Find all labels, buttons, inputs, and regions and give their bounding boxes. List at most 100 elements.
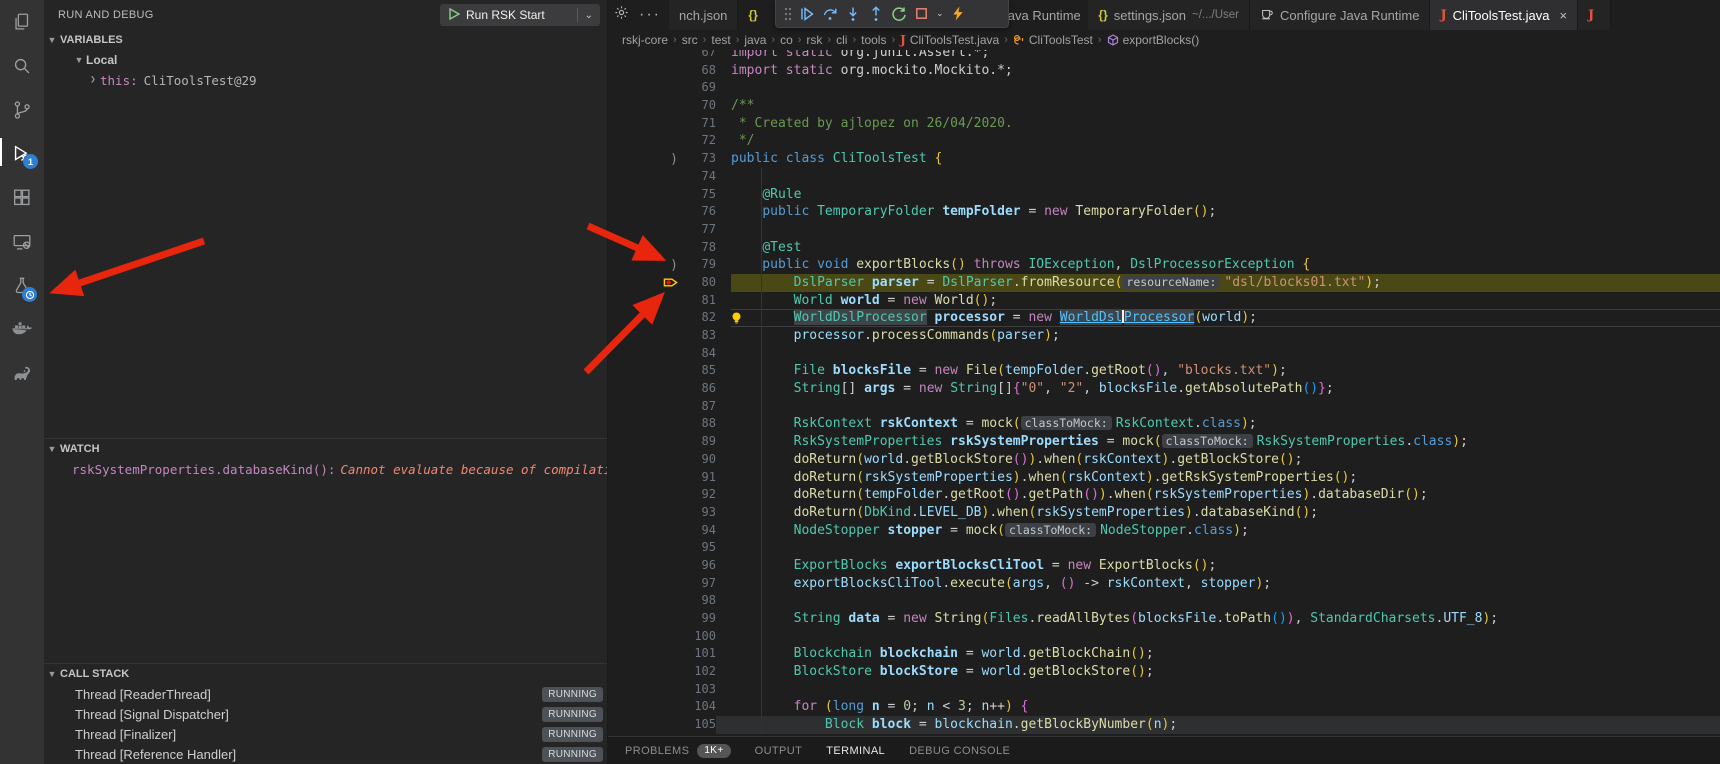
code-line[interactable]: 86 String[] args = new String[]{"0", "2"… — [608, 380, 1720, 398]
code-text[interactable]: File blocksFile = new File(tempFolder.ge… — [731, 362, 1720, 380]
gutter-decoration-slot[interactable] — [652, 610, 680, 628]
gutter-decoration-slot[interactable] — [652, 221, 680, 239]
line-number[interactable]: 93 — [680, 504, 716, 522]
gutter-decoration-slot[interactable] — [652, 380, 680, 398]
code-line[interactable]: 68import static org.mockito.Mockito.*; — [608, 62, 1720, 80]
tab-configure-java-runtime[interactable]: Configure Java Runtime — [1250, 0, 1430, 30]
gutter-decoration-slot[interactable] — [652, 203, 680, 221]
line-number[interactable]: 99 — [680, 610, 716, 628]
code-text[interactable]: World world = new World(); — [731, 292, 1720, 310]
tab-launch-json[interactable]: nch.json — [669, 0, 738, 30]
code-text[interactable]: BlockStore blockStore = world.getBlockSt… — [731, 663, 1720, 681]
code-text[interactable]: doReturn(DbKind.LEVEL_DB).when(rskSystem… — [731, 504, 1720, 522]
panel-tab-debug-console[interactable]: DEBUG CONSOLE — [909, 745, 1010, 757]
code-editor[interactable]: 67import static org.junit.Assert.*;68imp… — [608, 44, 1720, 737]
line-number[interactable]: 98 — [680, 592, 716, 610]
breadcrumb-item[interactable]: rskj-core — [622, 33, 668, 47]
code-line[interactable]: 104 for (long n = 0; n < 3; n++) { — [608, 698, 1720, 716]
files-icon[interactable] — [0, 0, 44, 44]
gutter-decoration-slot[interactable] — [652, 97, 680, 115]
stop-options-chevron-icon[interactable]: ⌄ — [936, 8, 944, 19]
code-line[interactable]: 83 processor.processCommands(parser); — [608, 327, 1720, 345]
code-text[interactable]: doReturn(world.getBlockStore()).when(rsk… — [731, 451, 1720, 469]
more-actions-icon[interactable]: ··· — [639, 6, 661, 24]
line-number[interactable]: 102 — [680, 663, 716, 681]
code-line[interactable]: 94 NodeStopper stopper = mock(classToMoc… — [608, 522, 1720, 540]
line-number[interactable]: 101 — [680, 645, 716, 663]
line-number[interactable]: 71 — [680, 115, 716, 133]
code-text[interactable] — [731, 79, 1720, 97]
line-number[interactable]: 87 — [680, 398, 716, 416]
gutter-decoration-slot[interactable] — [652, 239, 680, 257]
code-line[interactable]: 92 doReturn(tempFolder.getRoot().getPath… — [608, 486, 1720, 504]
remote-explorer-icon[interactable] — [0, 220, 44, 264]
lightbulb-icon[interactable] — [730, 311, 743, 331]
line-number[interactable]: 97 — [680, 575, 716, 593]
code-text[interactable]: public void exportBlocks() throws IOExce… — [731, 256, 1720, 274]
code-text[interactable]: NodeStopper stopper = mock(classToMock:N… — [731, 522, 1720, 540]
gutter-decoration-slot[interactable] — [652, 115, 680, 133]
code-text[interactable]: exportBlocksCliTool.execute(args, () -> … — [731, 575, 1720, 593]
gutter-decoration-slot[interactable] — [652, 292, 680, 310]
variables-section-header[interactable]: ▼ VARIABLES — [44, 30, 607, 50]
breadcrumb-method[interactable]: exportBlocks() — [1123, 33, 1200, 47]
code-line[interactable]: 91 doReturn(rskSystemProperties).when(rs… — [608, 469, 1720, 487]
tab-clitoolstest-java[interactable]: J CliToolsTest.java × — [1430, 0, 1578, 30]
hot-code-replace-icon[interactable] — [951, 6, 965, 21]
code-line[interactable]: 72 */ — [608, 132, 1720, 150]
breadcrumb-item[interactable]: java — [744, 33, 766, 47]
line-number[interactable]: 103 — [680, 681, 716, 699]
code-text[interactable]: RskSystemProperties rskSystemProperties … — [731, 433, 1720, 451]
panel-tab-output[interactable]: OUTPUT — [755, 745, 803, 757]
tab-partial-java[interactable]: J — [1578, 0, 1611, 30]
gutter-decoration-slot[interactable] — [652, 681, 680, 699]
code-line[interactable]: 74 — [608, 168, 1720, 186]
code-text[interactable] — [731, 681, 1720, 699]
breadcrumb-item[interactable]: cli — [836, 33, 847, 47]
gutter-decoration-slot[interactable] — [652, 663, 680, 681]
code-text[interactable]: /** — [731, 97, 1720, 115]
step-out-icon[interactable] — [868, 6, 884, 22]
code-line[interactable]: 90 doReturn(world.getBlockStore()).when(… — [608, 451, 1720, 469]
scope-local[interactable]: ▼ Local — [44, 50, 607, 70]
gutter-decoration-slot[interactable] — [652, 451, 680, 469]
tab-settings-json[interactable]: {} settings.json ~/.../User — [1088, 0, 1250, 30]
source-control-icon[interactable] — [0, 88, 44, 132]
code-text[interactable]: WorldDslProcessor processor = new WorldD… — [731, 309, 1720, 327]
line-number[interactable]: 69 — [680, 79, 716, 97]
code-line[interactable]: 78 @Test — [608, 239, 1720, 257]
line-number[interactable]: 90 — [680, 451, 716, 469]
code-line[interactable]: 87 — [608, 398, 1720, 416]
panel-tab-problems[interactable]: PROBLEMS1K+ — [625, 744, 731, 758]
line-number[interactable]: 92 — [680, 486, 716, 504]
breadcrumb-item[interactable]: rsk — [806, 33, 822, 47]
line-number[interactable]: 86 — [680, 380, 716, 398]
launch-config-dropdown[interactable]: Run RSK Start ⌄ — [440, 4, 600, 26]
code-text[interactable]: Blockchain blockchain = world.getBlockCh… — [731, 645, 1720, 663]
code-text[interactable]: * Created by ajlopez on 26/04/2020. — [731, 115, 1720, 133]
gutter-decoration-slot[interactable] — [652, 486, 680, 504]
code-line[interactable]: 75 @Rule — [608, 186, 1720, 204]
code-line[interactable]: 85 File blocksFile = new File(tempFolder… — [608, 362, 1720, 380]
extensions-icon[interactable] — [0, 176, 44, 220]
gutter-decoration-slot[interactable] — [652, 539, 680, 557]
code-line[interactable]: )73public class CliToolsTest { — [608, 150, 1720, 168]
gutter-decoration-slot[interactable] — [652, 345, 680, 363]
code-text[interactable] — [731, 345, 1720, 363]
breakpoint-current-line-icon[interactable] — [652, 274, 680, 292]
gutter-decoration-slot[interactable] — [652, 469, 680, 487]
line-number[interactable]: 82 — [680, 309, 716, 327]
call-stack-thread[interactable]: Thread [Finalizer]RUNNING — [44, 724, 607, 744]
breadcrumb-class[interactable]: CliToolsTest — [1029, 33, 1093, 47]
testing-icon[interactable] — [0, 264, 44, 308]
code-text[interactable]: doReturn(tempFolder.getRoot().getPath())… — [731, 486, 1720, 504]
code-line[interactable]: 76 public TemporaryFolder tempFolder = n… — [608, 203, 1720, 221]
code-text[interactable]: import static org.mockito.Mockito.*; — [731, 62, 1720, 80]
gutter-decoration-slot[interactable] — [652, 415, 680, 433]
breadcrumb-item[interactable]: test — [711, 33, 730, 47]
code-text[interactable] — [731, 539, 1720, 557]
gutter-decoration-slot[interactable] — [652, 398, 680, 416]
gutter-decoration-slot[interactable] — [652, 168, 680, 186]
code-line[interactable]: 102 BlockStore blockStore = world.getBlo… — [608, 663, 1720, 681]
line-number[interactable]: 95 — [680, 539, 716, 557]
